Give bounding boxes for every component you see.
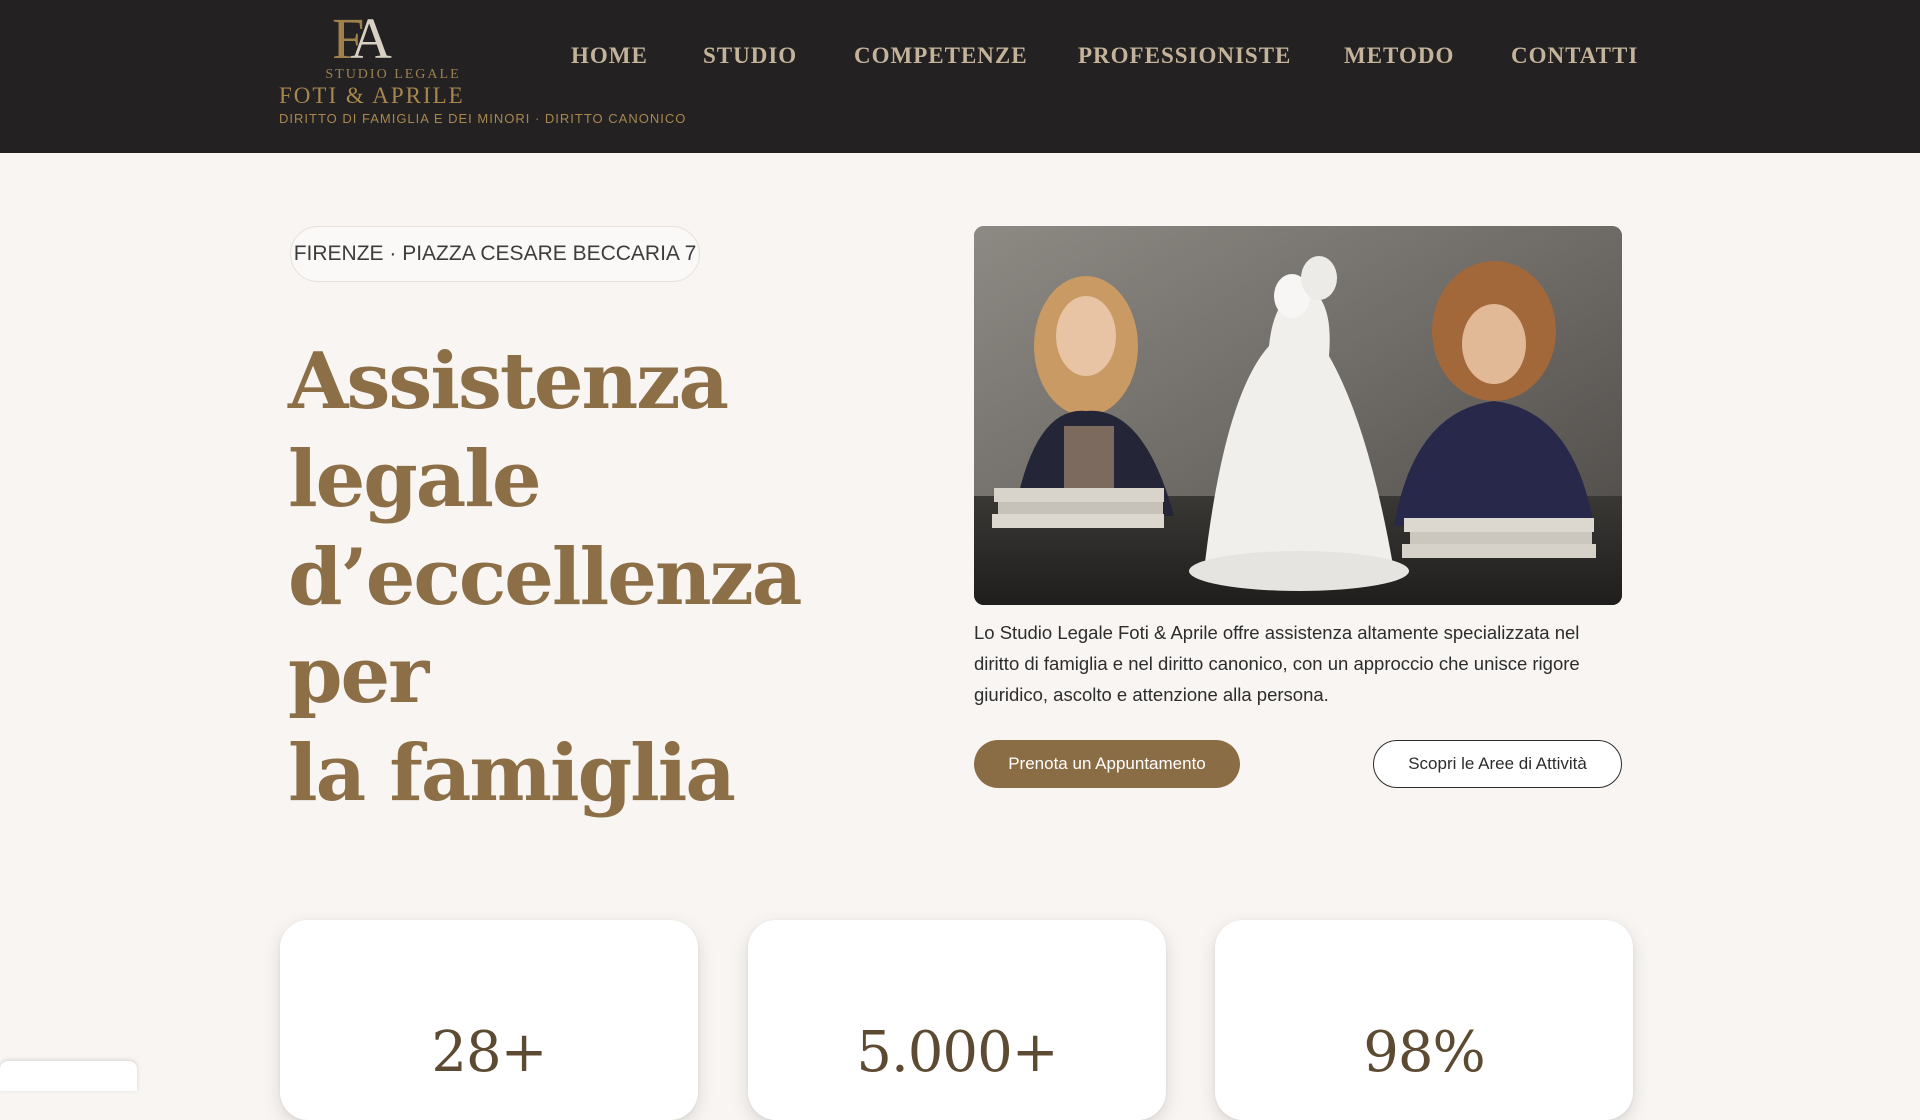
logo-tagline: DIRITTO DI FAMIGLIA E DEI MINORI · DIRIT…: [279, 111, 687, 126]
hero-photo-illustration: [974, 226, 1622, 605]
stat-card: 28+: [280, 920, 698, 1120]
logo-firm-name: FOTI & APRILE: [279, 83, 465, 108]
practice-areas-button[interactable]: Scopri le Aree di Attività: [1373, 740, 1622, 788]
nav-contatti[interactable]: CONTATTI: [1511, 38, 1638, 74]
floating-widget-tab[interactable]: [0, 1061, 137, 1091]
main-nav: HOME STUDIO COMPETENZE PROFESSIONISTE ME…: [0, 38, 1920, 74]
book-appointment-button[interactable]: Prenota un Appuntamento: [974, 740, 1240, 788]
stat-card: 5.000+: [748, 920, 1166, 1120]
nav-competenze[interactable]: COMPETENZE: [854, 38, 1028, 74]
nav-metodo[interactable]: METODO: [1344, 38, 1454, 74]
site-header: FA STUDIO LEGALE FOTI & APRILE DIRITTO D…: [0, 0, 1920, 153]
hero-description: Lo Studio Legale Foti & Aprile offre ass…: [974, 622, 1580, 705]
hero-title: Assistenza legale d’eccellenza per la fa…: [288, 333, 948, 823]
nav-professioniste[interactable]: PROFESSIONISTE: [1078, 38, 1291, 74]
nav-studio[interactable]: STUDIO: [703, 38, 797, 74]
stat-card: 98%: [1215, 920, 1633, 1120]
hero-title-line-2: d’eccellenza per: [288, 532, 802, 721]
location-badge: FIRENZE · PIAZZA CESARE BECCARIA 7: [290, 226, 700, 282]
stat-value: 28+: [431, 1020, 547, 1085]
hero-photo: [974, 226, 1622, 605]
stat-value: 5.000+: [856, 1020, 1058, 1085]
nav-home[interactable]: HOME: [571, 38, 648, 74]
hero-title-line-1: Assistenza legale: [288, 336, 729, 525]
stat-value: 98%: [1363, 1020, 1485, 1085]
hero-title-line-3: la famiglia: [288, 728, 736, 819]
